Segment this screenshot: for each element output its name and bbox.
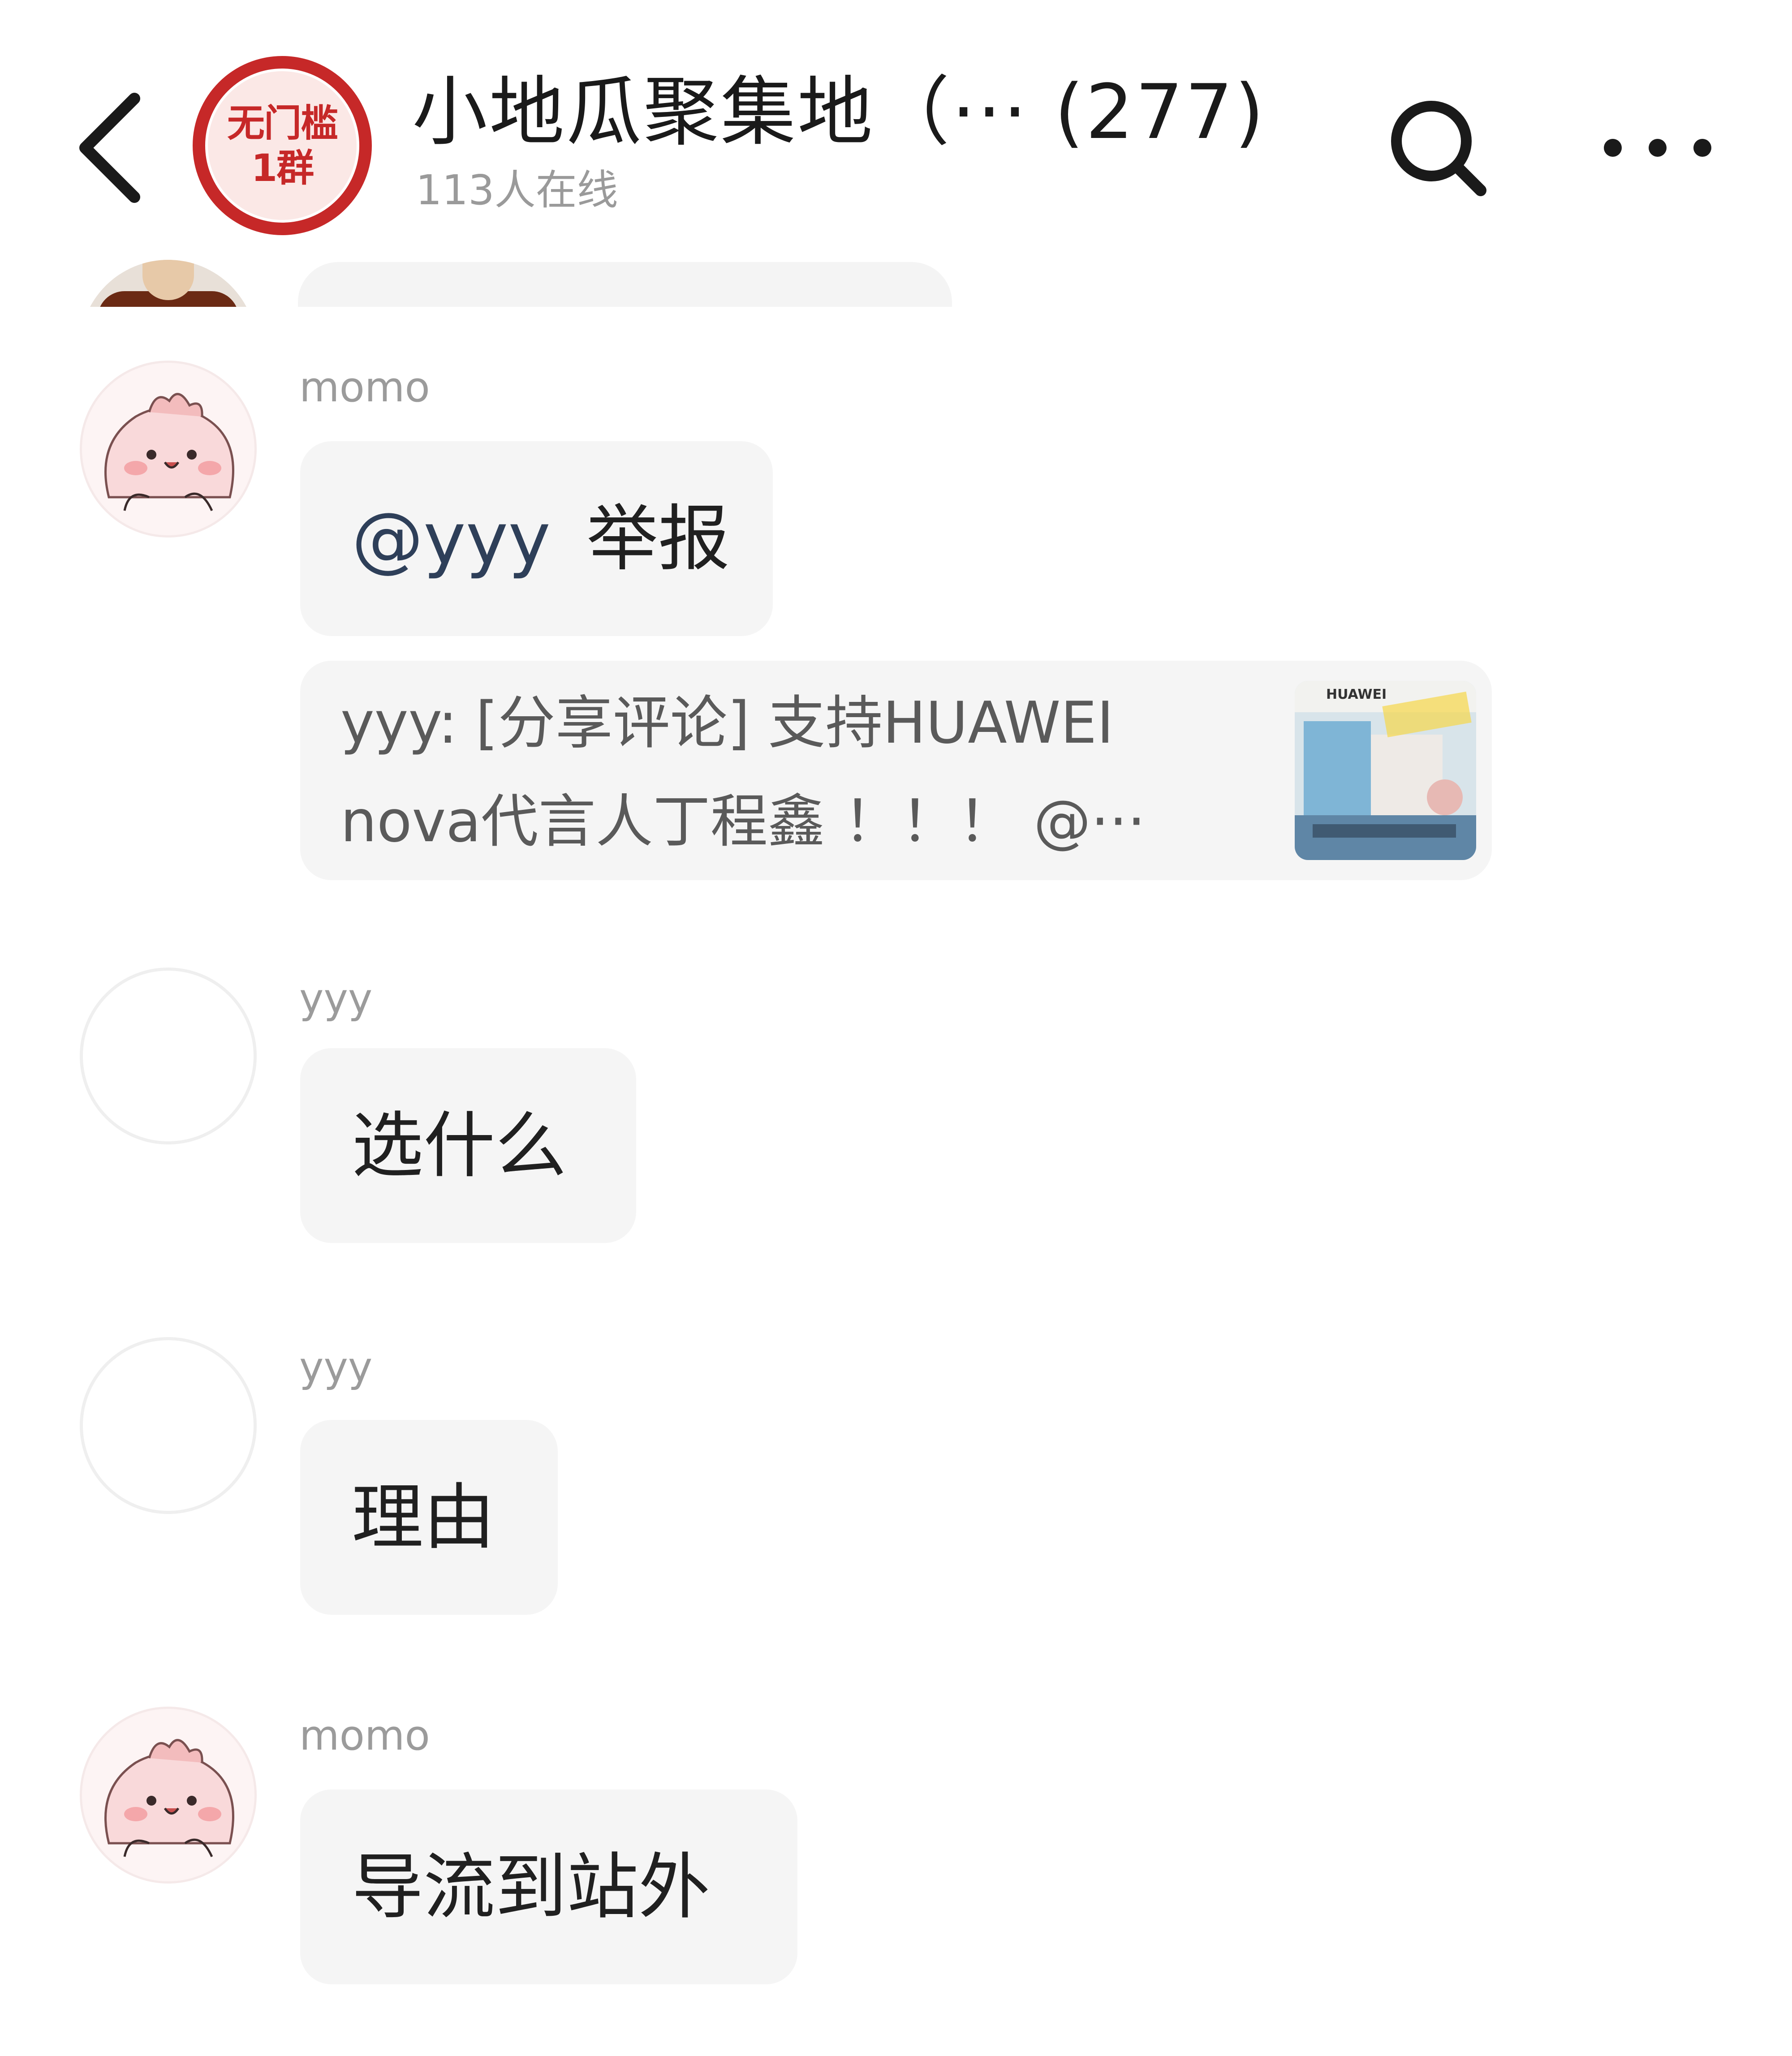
message-bubble[interactable]: 理由 (300, 1420, 558, 1615)
avatar-momo[interactable] (80, 1707, 257, 1884)
avatar-momo[interactable] (80, 361, 257, 538)
message-bubble[interactable]: @yyy 举报 (300, 441, 773, 636)
mention-link[interactable]: @yyy (352, 496, 551, 581)
message-text: 理由 (352, 1475, 495, 1559)
shared-comment-line2: nova代言人丁程鑫 ！！！ @··· (340, 788, 1146, 855)
group-avatar-badge: 无门槛 1群 (205, 69, 359, 223)
avatar-yyy[interactable] (80, 968, 257, 1144)
product-photo-image: HUAWEI (1295, 681, 1476, 860)
message-bubble[interactable]: 导流到站外 (300, 1789, 797, 1984)
group-avatar-line1: 无门槛 (227, 101, 338, 145)
chat-header: 无门槛 1群 小地瓜聚集地（··· (277) 113人在线 (0, 0, 1792, 251)
pink-creature-icon (104, 1739, 234, 1858)
avatar-yyy[interactable] (80, 1337, 257, 1514)
group-avatar[interactable]: 无门槛 1群 (193, 56, 372, 235)
previous-message-partial (0, 251, 1792, 307)
sender-name[interactable]: momo (299, 1711, 430, 1760)
pink-creature-icon (104, 393, 234, 512)
message-text: 选什么 (352, 1103, 567, 1187)
avatar[interactable] (80, 260, 257, 307)
message-bubble[interactable] (298, 262, 952, 307)
message-text: 举报 (586, 496, 730, 581)
thumb-brand-label: HUAWEI (1326, 687, 1387, 702)
shared-comment-line1: yyy: [分享评论] 支持HUAWEI (340, 690, 1114, 757)
shared-comment-text: yyy: [分享评论] 支持HUAWEI nova代言人丁程鑫 ！！！ @··· (340, 674, 1281, 871)
message-text: 导流到站外 (352, 1845, 711, 1929)
more-options-button[interactable] (1599, 125, 1716, 170)
message-bubble[interactable]: 选什么 (300, 1048, 636, 1243)
shared-comment-thumbnail: HUAWEI (1295, 681, 1476, 860)
search-button[interactable] (1384, 94, 1492, 202)
chevron-left-icon (79, 93, 140, 203)
online-count: 113人在线 (416, 166, 618, 214)
sender-name[interactable]: yyy (299, 1343, 372, 1392)
back-button[interactable] (67, 85, 148, 211)
sender-name[interactable]: momo (299, 363, 430, 412)
chat-title[interactable]: 小地瓜聚集地（··· (277) (412, 67, 1266, 157)
sender-name[interactable]: yyy (299, 974, 372, 1024)
search-icon (1391, 101, 1486, 196)
shared-comment-card[interactable]: yyy: [分享评论] 支持HUAWEI nova代言人丁程鑫 ！！！ @···… (300, 661, 1492, 880)
group-avatar-line2: 1群 (251, 146, 314, 190)
more-horizontal-icon (1604, 139, 1711, 157)
